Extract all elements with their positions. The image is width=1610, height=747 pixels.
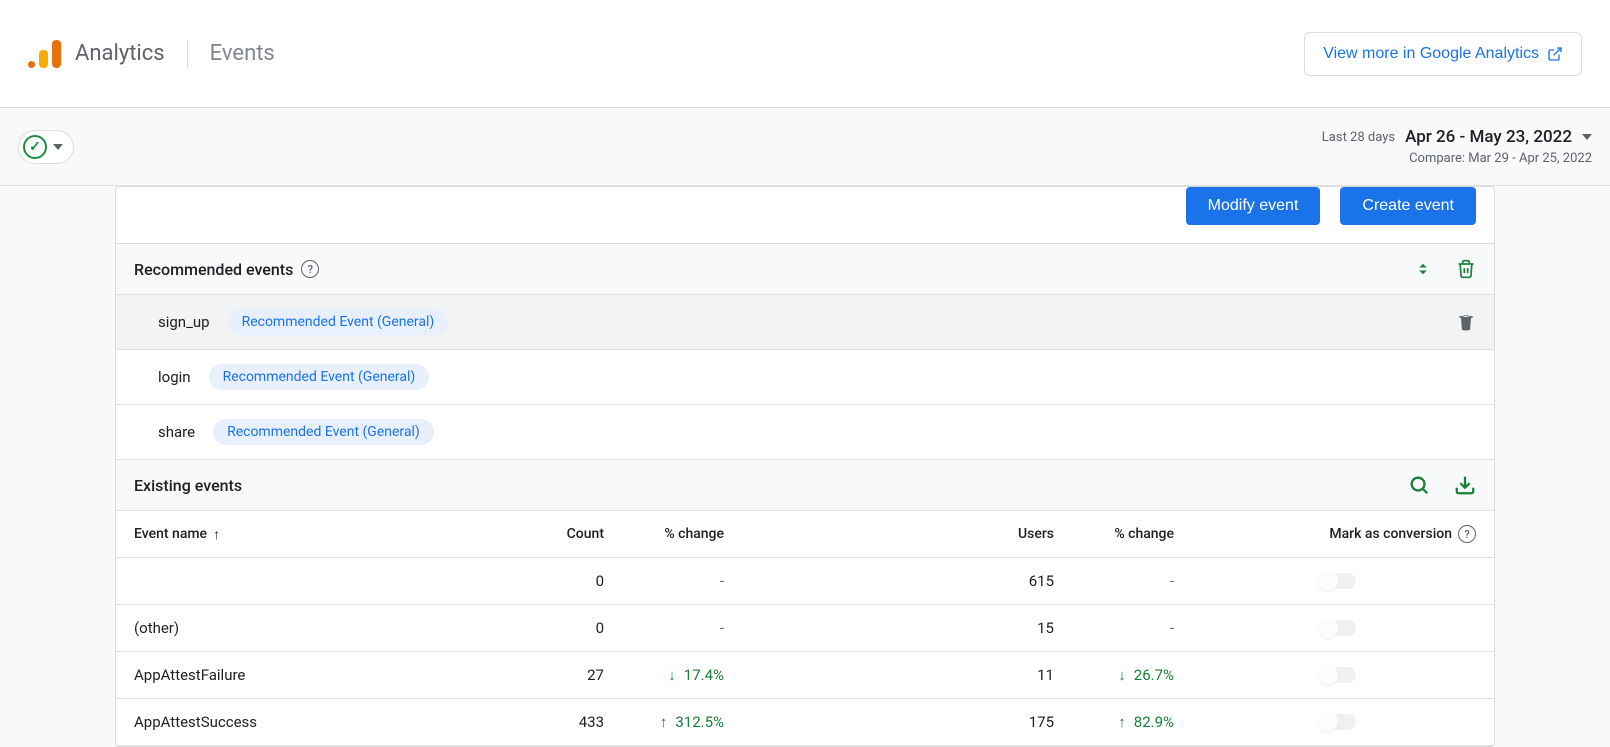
cell-count: 0 <box>454 572 604 590</box>
expand-collapse-icon[interactable] <box>1414 259 1432 279</box>
conversion-toggle[interactable] <box>1320 714 1356 730</box>
col-header-users[interactable]: Users <box>754 526 1054 542</box>
recommended-event-name: login <box>158 368 191 386</box>
recommended-row-left: share Recommended Event (General) <box>158 419 434 445</box>
col-header-change-count[interactable]: % change <box>604 526 754 542</box>
table-row[interactable]: AppAttestSuccess 433 ↑312.5% 175 ↑82.9% <box>116 699 1494 746</box>
existing-table-header: Event name ↑ Count % change Users % chan… <box>116 511 1494 558</box>
existing-actions <box>1408 474 1476 496</box>
brand-label: Analytics <box>75 41 165 66</box>
recommended-event-pill: Recommended Event (General) <box>213 419 434 445</box>
cell-event-name: AppAttestFailure <box>134 666 454 684</box>
recommended-row-left: sign_up Recommended Event (General) <box>158 309 448 335</box>
sort-ascending-icon: ↑ <box>213 526 220 543</box>
table-row[interactable]: 0 - 615 - <box>116 558 1494 605</box>
date-range-picker[interactable]: Last 28 days Apr 26 - May 23, 2022 Compa… <box>1322 127 1592 166</box>
chevron-down-icon <box>53 144 63 150</box>
status-filter-chip[interactable]: ✓ <box>18 130 74 164</box>
delete-icon[interactable] <box>1456 258 1476 280</box>
recommended-title-text: Recommended events <box>134 260 293 279</box>
recommended-event-name: sign_up <box>158 313 210 331</box>
conversion-toggle[interactable] <box>1320 667 1356 683</box>
conversion-toggle[interactable] <box>1320 573 1356 589</box>
analytics-logo-icon <box>28 40 61 68</box>
date-period-label: Last 28 days <box>1322 130 1395 145</box>
cell-users: 15 <box>754 619 1054 637</box>
recommended-event-row[interactable]: login Recommended Event (General) <box>116 350 1494 405</box>
create-event-button[interactable]: Create event <box>1340 187 1476 225</box>
sub-toolbar: ✓ Last 28 days Apr 26 - May 23, 2022 Com… <box>0 108 1610 186</box>
cell-change-count: ↑312.5% <box>604 713 754 731</box>
view-more-label: View more in Google Analytics <box>1323 45 1539 63</box>
existing-section-header: Existing events <box>116 460 1494 511</box>
arrow-down-icon: ↓ <box>668 666 676 684</box>
cell-conversion-toggle <box>1204 714 1476 730</box>
cell-count: 433 <box>454 713 604 731</box>
content-area: Modify event Create event Recommended ev… <box>0 186 1610 747</box>
cell-change-users: ↓26.7% <box>1054 666 1204 684</box>
cell-change-users: ↑82.9% <box>1054 713 1204 731</box>
recommended-event-row[interactable]: sign_up Recommended Event (General) <box>116 295 1494 350</box>
recommended-event-name: share <box>158 423 195 441</box>
cell-event-name: AppAttestSuccess <box>134 713 454 731</box>
modify-event-button[interactable]: Modify event <box>1186 187 1321 225</box>
table-row[interactable]: (other) 0 - 15 - <box>116 605 1494 652</box>
cell-users: 175 <box>754 713 1054 731</box>
recommended-event-pill: Recommended Event (General) <box>209 364 430 390</box>
cell-count: 27 <box>454 666 604 684</box>
download-icon[interactable] <box>1454 474 1476 496</box>
top-header: Analytics Events View more in Google Ana… <box>0 0 1610 108</box>
cell-users: 11 <box>754 666 1054 684</box>
header-left: Analytics Events <box>28 40 275 68</box>
cell-change-count: ↓17.4% <box>604 666 754 684</box>
cell-event-name: (other) <box>134 619 454 637</box>
search-icon[interactable] <box>1408 474 1430 496</box>
chevron-down-icon <box>1582 134 1592 140</box>
view-more-button[interactable]: View more in Google Analytics <box>1304 32 1582 76</box>
recommended-event-pill: Recommended Event (General) <box>228 309 449 335</box>
page-title: Events <box>210 41 275 66</box>
cell-conversion-toggle <box>1204 667 1476 683</box>
external-link-icon <box>1547 46 1563 62</box>
recommended-section-header: Recommended events ? <box>116 244 1494 295</box>
date-compare-label: Compare: Mar 29 - Apr 25, 2022 <box>1322 151 1592 166</box>
card-actions: Modify event Create event <box>116 187 1494 244</box>
cell-count: 0 <box>454 619 604 637</box>
table-row[interactable]: AppAttestFailure 27 ↓17.4% 11 ↓26.7% <box>116 652 1494 699</box>
vertical-divider <box>187 40 188 68</box>
cell-conversion-toggle <box>1204 620 1476 636</box>
col-header-change-users[interactable]: % change <box>1054 526 1204 542</box>
recommended-actions <box>1414 258 1476 280</box>
delete-icon[interactable] <box>1456 311 1476 333</box>
recommended-title: Recommended events ? <box>134 260 319 279</box>
events-card: Modify event Create event Recommended ev… <box>115 186 1495 747</box>
recommended-row-left: login Recommended Event (General) <box>158 364 429 390</box>
arrow-down-icon: ↓ <box>1118 666 1126 684</box>
date-range-value: Apr 26 - May 23, 2022 <box>1405 127 1572 147</box>
cell-change-users: - <box>1054 619 1204 637</box>
recommended-event-row[interactable]: share Recommended Event (General) <box>116 405 1494 460</box>
help-icon[interactable]: ? <box>1458 525 1476 543</box>
col-header-name[interactable]: Event name ↑ <box>134 526 454 543</box>
arrow-up-icon: ↑ <box>660 713 668 731</box>
conversion-toggle[interactable] <box>1320 620 1356 636</box>
cell-users: 615 <box>754 572 1054 590</box>
help-icon[interactable]: ? <box>301 260 319 278</box>
cell-change-count: - <box>604 572 754 590</box>
cell-change-users: - <box>1054 572 1204 590</box>
col-header-count[interactable]: Count <box>454 526 604 542</box>
cell-change-count: - <box>604 619 754 637</box>
status-check-icon: ✓ <box>23 135 47 159</box>
cell-conversion-toggle <box>1204 573 1476 589</box>
col-header-conversion: Mark as conversion ? <box>1204 525 1476 543</box>
existing-title: Existing events <box>134 476 242 495</box>
arrow-up-icon: ↑ <box>1118 713 1126 731</box>
